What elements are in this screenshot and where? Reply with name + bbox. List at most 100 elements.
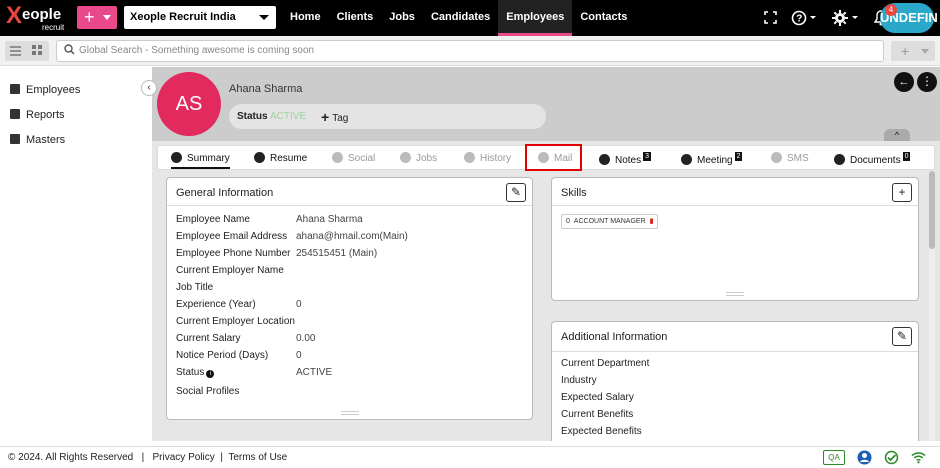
tab-jobs[interactable]: Jobs — [400, 152, 437, 164]
card-title: Additional Information — [561, 331, 668, 343]
employee-name: Ahana Sharma — [229, 83, 303, 95]
footer-links: © 2024. All Rights Reserved | Privacy Po… — [8, 452, 287, 463]
plus-icon: + — [898, 185, 906, 199]
sidebar-item-masters[interactable]: Masters — [10, 134, 65, 146]
notification-badge: 4 — [885, 4, 897, 16]
field-label: Current Benefits — [561, 409, 634, 420]
pencil-icon: ✎ — [510, 185, 522, 199]
skill-chip[interactable]: 0 ACCOUNT MANAGER ▮ — [561, 214, 659, 229]
employee-header: AS Ahana Sharma Status ACTIVE + Tag ← ⋮ ^ — [152, 67, 940, 141]
tab-count-badge: 2 — [734, 152, 743, 161]
tab-documents[interactable]: Documents 0 — [834, 152, 911, 166]
svg-text:?: ? — [796, 14, 802, 25]
field-label: Employee Email Address — [176, 231, 288, 242]
add-dropdown-button[interactable]: + — [891, 41, 935, 61]
tab-meeting[interactable]: Meeting 2 — [681, 152, 743, 166]
field-value: 0 — [296, 299, 302, 310]
email-link[interactable]: ahana@hmail.com(Main) — [296, 231, 408, 242]
nav-contacts[interactable]: Contacts — [572, 0, 635, 36]
tab-label: Notes — [615, 155, 642, 166]
top-navbar: X eople recruit + Xeople Recruit India H… — [0, 0, 940, 36]
search-icon — [64, 44, 75, 55]
nav-candidates[interactable]: Candidates — [423, 0, 498, 36]
tab-sms[interactable]: SMS — [771, 152, 809, 164]
quick-add-button[interactable]: + — [77, 6, 117, 29]
tab-social[interactable]: Social — [332, 152, 375, 164]
fullscreen-icon[interactable] — [764, 11, 777, 24]
field-label: Status — [176, 367, 205, 378]
logo-text: eople — [22, 6, 62, 23]
reports-icon — [10, 109, 20, 119]
add-tag-button[interactable]: + Tag — [321, 109, 348, 125]
status-tag-bar: Status ACTIVE + Tag — [229, 104, 546, 129]
nav-employees[interactable]: Employees — [498, 0, 573, 36]
tab-label: Meeting — [697, 155, 733, 166]
help-icon[interactable]: ? — [791, 10, 817, 26]
gear-icon[interactable] — [832, 10, 860, 26]
tab-count-badge: 0 — [902, 152, 911, 161]
ellipsis-icon: ⋮ — [921, 74, 933, 88]
field-label: Experience (Year) — [176, 299, 256, 310]
user-profile-icon[interactable] — [857, 450, 872, 465]
resize-handle[interactable] — [726, 292, 744, 296]
global-search-placeholder: Global Search - Something awesome is com… — [79, 45, 315, 56]
chevron-left-icon: ‹ — [147, 82, 151, 93]
organization-select[interactable]: Xeople Recruit India — [124, 6, 276, 29]
copyright-text: © 2024. All Rights Reserved — [8, 452, 134, 463]
terms-of-use-link[interactable]: Terms of Use — [228, 452, 287, 463]
card-header — [552, 178, 918, 206]
tab-summary[interactable]: Summary — [171, 152, 230, 169]
main-scrollbar[interactable] — [929, 171, 935, 441]
back-button[interactable]: ← — [894, 72, 914, 92]
chevron-down-icon — [259, 15, 269, 20]
phone-link[interactable]: 254515451 (Main) — [296, 248, 377, 259]
arrow-left-icon: ← — [898, 76, 910, 88]
employees-icon — [10, 84, 20, 94]
add-skill-button[interactable]: + — [892, 183, 912, 202]
field-value: 0 — [296, 350, 302, 361]
collapse-header-button[interactable]: ^ — [884, 129, 910, 141]
nav-home[interactable]: Home — [282, 0, 329, 36]
summary-icon — [171, 152, 182, 163]
tab-label: Summary — [187, 153, 230, 164]
documents-icon — [834, 154, 845, 165]
status-field: Status i — [176, 367, 215, 378]
sidebar-item-employees[interactable]: Employees — [10, 84, 80, 96]
sidebar-collapse-button[interactable]: ‹ — [141, 80, 157, 96]
logo-mark: X — [6, 2, 23, 29]
scrollbar-thumb[interactable] — [929, 171, 935, 249]
nav-jobs[interactable]: Jobs — [381, 0, 423, 36]
sidebar: Employees Reports Masters — [0, 67, 152, 441]
tab-history[interactable]: History — [464, 152, 511, 164]
quick-add-label: + — [84, 7, 95, 27]
global-search-input[interactable]: Global Search - Something awesome is com… — [56, 40, 884, 62]
edit-additional-info-button[interactable]: ✎ — [892, 327, 912, 346]
field-label: Notice Period (Days) — [176, 350, 269, 361]
tab-label: SMS — [787, 153, 809, 164]
grid-view-icon[interactable] — [32, 45, 43, 56]
info-icon[interactable]: i — [206, 370, 215, 378]
add-tag-label: Tag — [332, 113, 349, 124]
list-view-icon[interactable] — [10, 46, 21, 56]
nav-clients[interactable]: Clients — [329, 0, 382, 36]
xeople-logo[interactable]: X eople recruit — [6, 3, 72, 33]
field-label: Current Employer Location — [176, 316, 295, 327]
add-dropdown-label: + — [901, 43, 910, 59]
tab-notes[interactable]: Notes 3 — [599, 152, 652, 166]
privacy-policy-link[interactable]: Privacy Policy — [153, 452, 215, 463]
tab-label: Jobs — [416, 153, 438, 164]
field-label: Industry — [561, 375, 597, 386]
status-value[interactable]: ACTIVE — [270, 111, 306, 122]
check-circle-icon[interactable] — [884, 450, 899, 465]
tab-resume[interactable]: Resume — [254, 152, 307, 164]
card-title: Skills — [561, 187, 587, 199]
more-options-button[interactable]: ⋮ — [917, 72, 937, 92]
footer-separator: | — [141, 452, 145, 463]
edit-general-info-button[interactable]: ✎ — [506, 183, 526, 202]
main-content: AS Ahana Sharma Status ACTIVE + Tag ← ⋮ ^… — [152, 67, 940, 441]
resize-handle[interactable] — [341, 411, 359, 415]
trash-icon[interactable]: ▮ — [650, 218, 654, 225]
view-toggle[interactable] — [5, 41, 49, 61]
tab-label: Resume — [270, 153, 308, 164]
sidebar-item-reports[interactable]: Reports — [10, 109, 65, 121]
